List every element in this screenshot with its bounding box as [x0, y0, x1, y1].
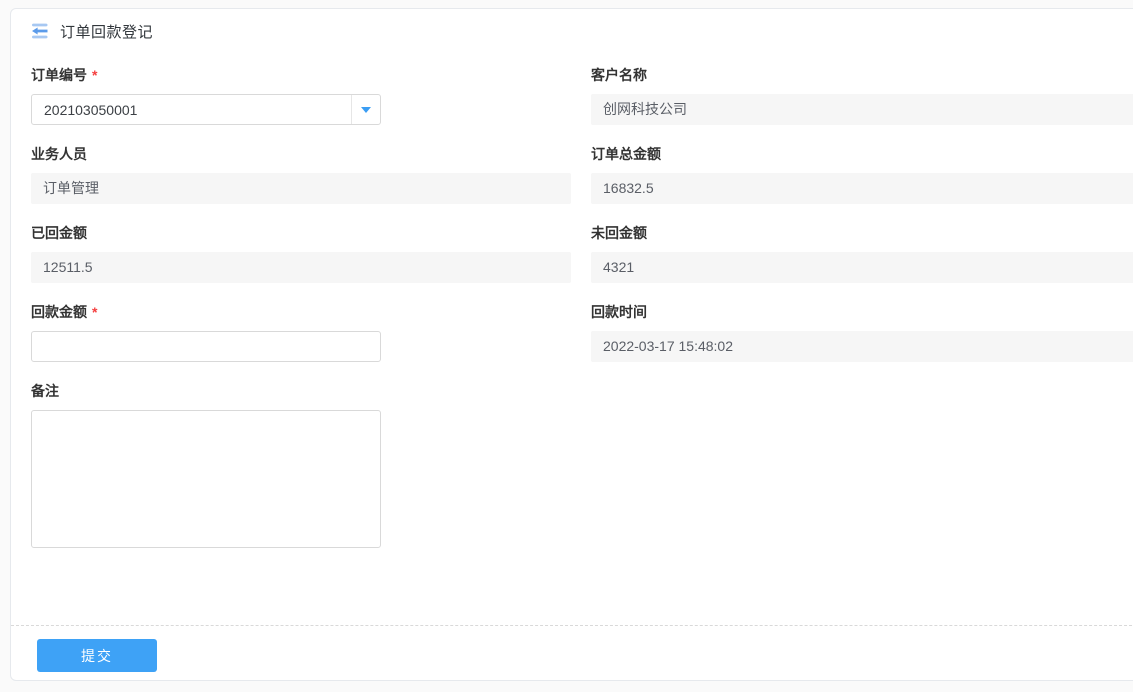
- form-footer: 提交: [11, 625, 1133, 692]
- field-order-number: 订单编号 * 202103050001: [31, 68, 571, 125]
- payment-form: 订单编号 * 202103050001 客户名称 创网科技公司 业务人员 订单管理: [11, 68, 1133, 570]
- remarks-label: 备注: [31, 383, 59, 399]
- payment-time-value: 2022-03-17 15:48:02: [591, 331, 1133, 362]
- field-received-amount: 已回金额 12511.5: [31, 226, 571, 283]
- field-remarks: 备注: [31, 384, 571, 548]
- page-header: 订单回款登记: [11, 9, 1133, 40]
- order-payment-form-card: 订单回款登记 订单编号 * 202103050001 客户名称 创网科技公司: [10, 8, 1133, 681]
- order-number-select-value: 202103050001: [32, 102, 351, 118]
- customer-name-label: 客户名称: [591, 67, 647, 83]
- received-amount-label: 已回金额: [31, 225, 87, 241]
- customer-name-value: 创网科技公司: [591, 94, 1133, 125]
- remarks-textarea[interactable]: [31, 410, 381, 548]
- select-caret-button[interactable]: [351, 95, 380, 124]
- submit-button[interactable]: 提交: [37, 639, 157, 672]
- required-marker: *: [92, 304, 97, 320]
- chevron-down-icon: [361, 107, 371, 113]
- order-number-select[interactable]: 202103050001: [31, 94, 381, 125]
- sales-person-value: 订单管理: [31, 173, 571, 204]
- required-marker: *: [92, 67, 97, 83]
- received-amount-value: 12511.5: [31, 252, 571, 283]
- order-total-amount-value: 16832.5: [591, 173, 1133, 204]
- unreceived-amount-label: 未回金额: [591, 225, 647, 241]
- payment-amount-label: 回款金额: [31, 304, 87, 320]
- payment-time-label: 回款时间: [591, 304, 647, 320]
- field-payment-time: 回款时间 2022-03-17 15:48:02: [591, 305, 1133, 362]
- field-order-total-amount: 订单总金额 16832.5: [591, 147, 1133, 204]
- collapse-menu-icon[interactable]: [31, 23, 49, 39]
- field-sales-person: 业务人员 订单管理: [31, 147, 571, 204]
- unreceived-amount-value: 4321: [591, 252, 1133, 283]
- sales-person-label: 业务人员: [31, 146, 87, 162]
- order-total-amount-label: 订单总金额: [591, 146, 661, 162]
- field-unreceived-amount: 未回金额 4321: [591, 226, 1133, 283]
- field-customer-name: 客户名称 创网科技公司: [591, 68, 1133, 125]
- order-number-label: 订单编号: [31, 67, 87, 83]
- page-title: 订单回款登记: [60, 21, 153, 42]
- field-payment-amount: 回款金额 *: [31, 305, 571, 362]
- payment-amount-input[interactable]: [31, 331, 381, 362]
